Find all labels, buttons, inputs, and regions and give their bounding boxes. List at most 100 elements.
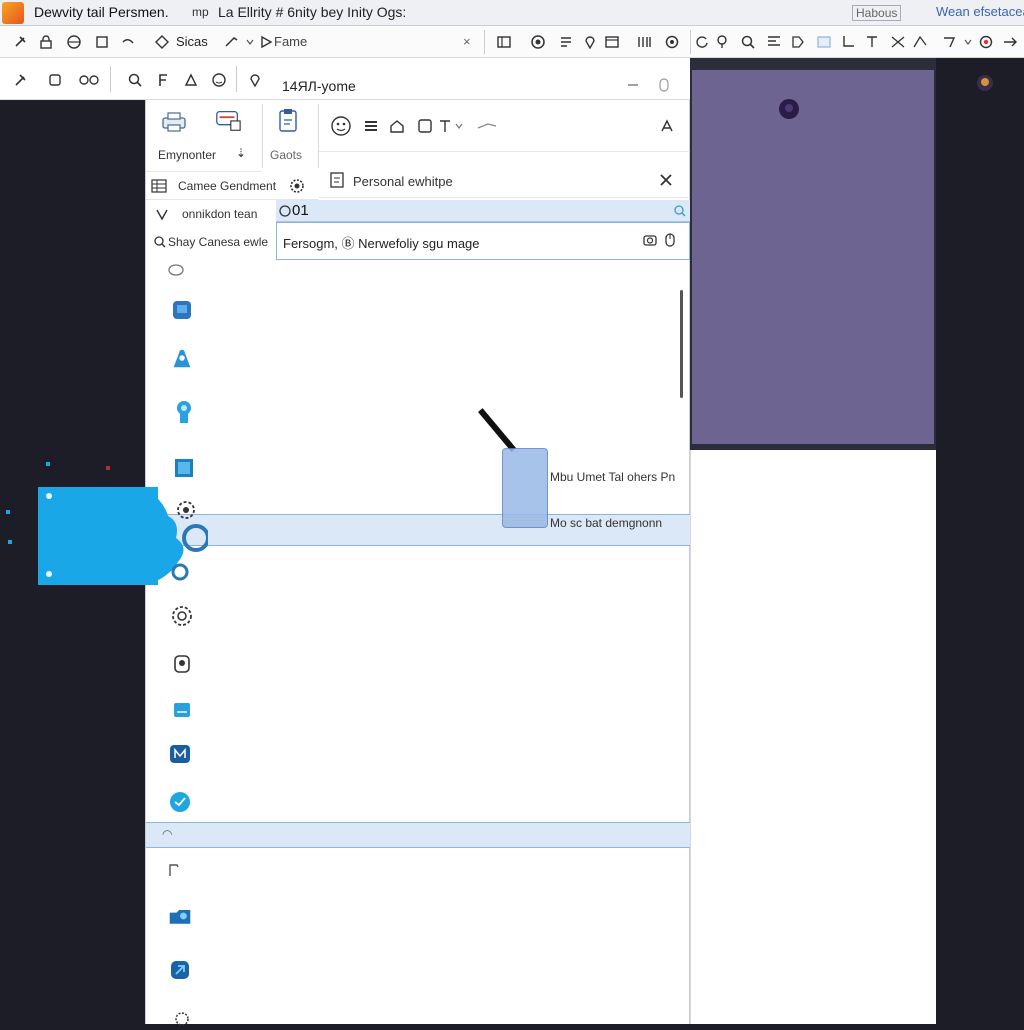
chevron-down-icon[interactable] <box>958 32 978 52</box>
square-icon[interactable] <box>172 456 196 480</box>
camee-label: Camee Gendment <box>178 179 277 193</box>
cursor-pointer <box>478 408 517 452</box>
search-icon[interactable] <box>124 70 146 90</box>
user-badge-icon[interactable] <box>976 74 994 92</box>
pin-icon[interactable] <box>10 32 30 52</box>
scissors-icon[interactable] <box>888 32 908 52</box>
record-icon[interactable] <box>778 98 800 120</box>
selected-row-2[interactable]: ◠ <box>146 822 690 848</box>
card-caption-2: Mo sc bat demgnonn <box>550 516 663 530</box>
lock-icon[interactable] <box>36 32 56 52</box>
target-icon[interactable] <box>528 32 548 52</box>
globe-icon[interactable] <box>168 790 192 814</box>
filter-item-shay[interactable]: Shay Canesa ewle <box>146 228 276 256</box>
line-icon[interactable] <box>910 32 930 52</box>
window-icon[interactable] <box>602 32 622 52</box>
query-value[interactable]: 01 <box>292 202 309 219</box>
chat-icon[interactable] <box>164 258 188 282</box>
user-icon[interactable] <box>170 346 194 370</box>
filter-item-onnikdon[interactable]: onnikdon tean <box>146 200 276 228</box>
undo-icon[interactable] <box>118 32 138 52</box>
location-icon[interactable] <box>244 70 266 90</box>
search-icon[interactable] <box>672 202 688 220</box>
handle-icon[interactable] <box>46 493 52 499</box>
align-icon[interactable] <box>764 32 784 52</box>
bookmark-icon[interactable] <box>44 70 66 90</box>
tool-icon[interactable] <box>168 958 192 982</box>
pin-icon[interactable] <box>10 70 30 90</box>
head-icon[interactable] <box>172 400 196 424</box>
sicas-icon[interactable] <box>152 32 172 52</box>
close-tab-icon[interactable]: × <box>463 34 471 49</box>
title-right-link[interactable]: Wean efsetacea <box>936 4 1024 19</box>
arrow-icon[interactable] <box>940 32 960 52</box>
handle-icon[interactable] <box>46 571 52 577</box>
box-icon[interactable] <box>170 298 194 322</box>
globe-icon[interactable] <box>64 32 84 52</box>
preview-image[interactable] <box>692 70 934 444</box>
emoji-icon[interactable] <box>329 114 353 138</box>
query-bar[interactable]: 01 <box>276 200 690 222</box>
square-icon[interactable] <box>92 32 112 52</box>
clip-icon[interactable] <box>656 76 672 94</box>
drag-card[interactable]: Mbu Umet Tal ohers Pn Mo sc bat demgnonn <box>478 408 688 542</box>
palette-icon[interactable] <box>180 70 202 90</box>
ribbon-row-camee[interactable]: Camee Gendment <box>146 172 318 200</box>
tools-icon[interactable] <box>361 116 381 136</box>
refresh-icon[interactable] <box>692 32 712 52</box>
profile-icon[interactable] <box>170 652 194 676</box>
expand-icon[interactable]: ⇣ <box>236 146 246 160</box>
color-icon[interactable] <box>976 32 996 52</box>
text-icon[interactable] <box>437 116 453 136</box>
smile-icon[interactable] <box>208 70 230 90</box>
font-icon[interactable] <box>152 70 174 90</box>
ribbon-divider <box>262 104 263 168</box>
frame-icon[interactable] <box>415 116 435 136</box>
doc-icon[interactable] <box>170 698 194 722</box>
chevron-down-icon[interactable] <box>453 118 465 134</box>
search-input[interactable]: Fersogm, Ⓑ Nerwefoliy sgu mage <box>276 222 690 260</box>
ribbon-group-emynonter[interactable]: Emynonter ⇣ <box>146 100 262 172</box>
gear-icon[interactable] <box>286 176 308 196</box>
ribbon-group-goots[interactable]: Gaots <box>264 100 318 172</box>
more-icon[interactable] <box>1000 32 1020 52</box>
location-icon[interactable] <box>580 32 600 52</box>
play-icon[interactable] <box>256 32 276 52</box>
scrollbar-thumb[interactable] <box>680 290 683 398</box>
title-right-button[interactable]: Habous <box>852 5 902 21</box>
brush-icon[interactable] <box>222 32 242 52</box>
frame-icon[interactable] <box>494 32 514 52</box>
ribbon-row-personal[interactable]: Personal ewhitpe <box>319 162 690 198</box>
image-icon[interactable] <box>814 32 834 52</box>
address-dropdown-icon[interactable] <box>626 80 640 90</box>
drag-selection-overlay[interactable] <box>38 487 158 585</box>
bell-icon[interactable] <box>162 858 186 882</box>
list-icon[interactable] <box>556 32 576 52</box>
tag-icon[interactable] <box>788 32 808 52</box>
glasses-icon[interactable] <box>78 70 100 90</box>
folder-icon[interactable] <box>168 904 192 928</box>
home-icon[interactable] <box>387 116 407 136</box>
crop-icon[interactable] <box>838 32 858 52</box>
onnikdon-label: onnikdon tean <box>182 207 258 221</box>
columns-icon[interactable] <box>634 32 654 52</box>
settings-icon[interactable] <box>170 604 194 628</box>
address-divider <box>110 66 111 92</box>
text-color-icon[interactable] <box>657 116 677 136</box>
sicas-label[interactable]: Sicas <box>176 34 208 49</box>
grid-icon <box>150 178 168 194</box>
network-icon[interactable] <box>168 742 192 766</box>
search-icon <box>152 234 168 250</box>
line-icon[interactable] <box>475 118 499 134</box>
mouse-icon[interactable] <box>661 231 679 249</box>
camera-icon[interactable] <box>641 231 659 249</box>
address-input[interactable]: 14ЯЛ-yome <box>282 78 356 94</box>
close-icon[interactable] <box>655 170 677 190</box>
search-value[interactable]: Fersogm, Ⓑ Nerwefoliy sgu mage <box>283 233 480 252</box>
settings-icon[interactable] <box>662 32 682 52</box>
network-icon[interactable] <box>170 1006 194 1030</box>
zoom-icon[interactable] <box>738 32 758 52</box>
text-icon[interactable] <box>862 32 882 52</box>
pin-icon[interactable] <box>712 32 732 52</box>
name-label[interactable]: Fame <box>274 34 307 49</box>
